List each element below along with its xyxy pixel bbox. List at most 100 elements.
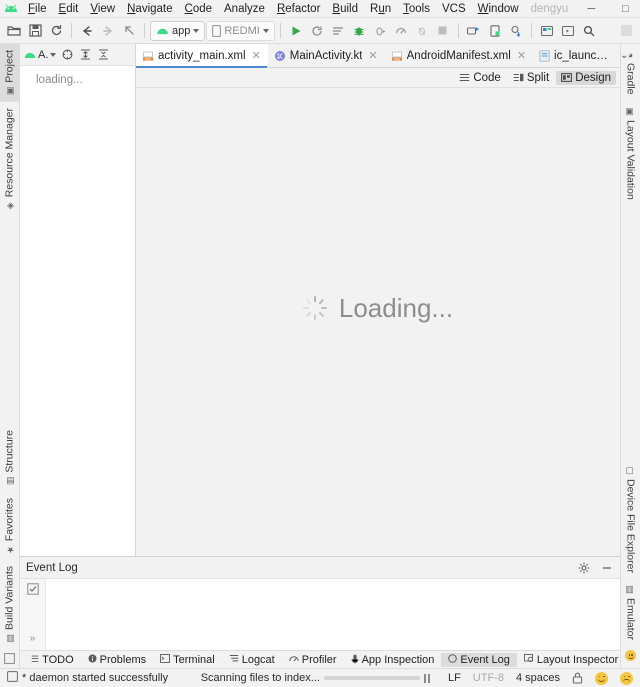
- pause-icon[interactable]: [423, 673, 430, 683]
- expand-chevrons-icon[interactable]: »: [30, 633, 36, 644]
- tab-close-icon-2[interactable]: ✕: [517, 49, 526, 62]
- smiley-happy-icon: [595, 671, 608, 685]
- menu-navigate[interactable]: Navigate: [121, 1, 178, 17]
- menu-analyze[interactable]: Analyze: [218, 1, 271, 17]
- menu-window[interactable]: Window: [472, 1, 525, 17]
- menu-refactor[interactable]: Refactor: [271, 1, 326, 17]
- project-tree-status: loading...: [20, 66, 135, 556]
- device-selector[interactable]: REDMI: [206, 20, 275, 41]
- sidebar-item-structure[interactable]: ▤ Structure: [0, 424, 19, 492]
- expand-all-icon[interactable]: [78, 47, 92, 63]
- device-file-explorer-icon: ▢: [625, 466, 636, 477]
- tool-window-todo[interactable]: ☰ TODO: [24, 653, 81, 667]
- gear-icon[interactable]: [576, 560, 591, 575]
- run-icon[interactable]: [286, 21, 306, 41]
- sdk-manager-icon[interactable]: [464, 21, 484, 41]
- tab-close-icon-0[interactable]: ✕: [252, 49, 261, 62]
- menu-view[interactable]: View: [84, 1, 121, 17]
- lock-icon[interactable]: [569, 672, 586, 684]
- minimize-window-button[interactable]: ─: [574, 0, 608, 18]
- sidebar-item-device-file-explorer[interactable]: ▢ Device File Explorer: [622, 460, 640, 579]
- left-stripe-minimize[interactable]: [0, 649, 19, 668]
- tool-window-problems[interactable]: Problems: [81, 653, 153, 667]
- sidebar-item-favorites-label: Favorites: [3, 497, 16, 541]
- tool-window-event-log-label: Event Log: [460, 653, 510, 666]
- feedback-negative-button[interactable]: [617, 671, 636, 685]
- sidebar-item-resource-manager[interactable]: ◈ Resource Manager: [0, 102, 19, 216]
- stop-icon[interactable]: [433, 21, 453, 41]
- menu-file[interactable]: File: [22, 1, 53, 17]
- checkbox-icon[interactable]: [26, 583, 39, 598]
- tool-window-layout-inspector[interactable]: Layout Inspector: [517, 653, 625, 667]
- encoding-selector[interactable]: UTF-8: [470, 672, 507, 684]
- tool-window-logcat[interactable]: Logcat: [222, 653, 282, 667]
- menu-run[interactable]: Run: [364, 1, 397, 17]
- menu-tools[interactable]: Tools: [397, 1, 436, 17]
- indent-selector[interactable]: 4 spaces: [513, 672, 563, 684]
- tool-window-event-log[interactable]: Event Log: [441, 652, 517, 667]
- line-separator-selector[interactable]: LF: [445, 672, 464, 684]
- tab-activity-main-xml[interactable]: XML activity_main.xml ✕: [136, 44, 268, 68]
- select-opened-file-icon[interactable]: [60, 47, 74, 63]
- sidebar-item-layout-validation[interactable]: ▣ Layout Validation: [622, 101, 640, 206]
- debug-icon[interactable]: [349, 21, 369, 41]
- minimize-icon[interactable]: [599, 560, 614, 575]
- tool-window-profiler[interactable]: Profiler: [282, 653, 344, 667]
- toolbar-separator-3: [279, 23, 281, 38]
- design-surface[interactable]: Loading...: [136, 88, 620, 556]
- attach-debugger-icon[interactable]: [370, 21, 390, 41]
- project-structure-icon[interactable]: [558, 21, 578, 41]
- sidebar-item-emulator-label: Emulator: [624, 597, 637, 640]
- loading-spinner-icon: [302, 296, 327, 320]
- sidebar-item-gradle-label: Gradle: [624, 63, 637, 95]
- event-log-title: Event Log: [26, 561, 78, 574]
- save-all-icon[interactable]: [25, 21, 45, 41]
- collapse-all-icon[interactable]: [96, 47, 110, 63]
- tool-window-app-inspection[interactable]: App Inspection: [344, 653, 442, 667]
- status-message[interactable]: * daemon started successfully: [4, 671, 171, 685]
- tab-main-activity-kt[interactable]: MainActivity.kt ✕: [268, 44, 385, 67]
- tool-window-terminal[interactable]: Terminal: [153, 653, 222, 667]
- sync-project-icon[interactable]: [46, 21, 66, 41]
- run-configuration-selector[interactable]: app: [150, 20, 206, 41]
- background-task-progress[interactable]: Scanning files to index...: [198, 672, 433, 684]
- device-manager-icon[interactable]: [506, 21, 526, 41]
- profiler-icon[interactable]: [391, 21, 411, 41]
- apply-changes-icon[interactable]: [307, 21, 327, 41]
- tab-close-icon-1[interactable]: ✕: [368, 49, 377, 62]
- maximize-window-button[interactable]: □: [608, 0, 640, 18]
- project-scope-selector[interactable]: A.: [24, 49, 57, 61]
- back-icon[interactable]: [77, 21, 97, 41]
- sidebar-item-build-variants[interactable]: ▥ Build Variants: [0, 560, 19, 649]
- android-studio-window: File Edit View Navigate Code Analyze Ref…: [0, 0, 640, 687]
- run-configuration-label: app: [172, 24, 191, 37]
- tab-android-manifest-xml[interactable]: XML AndroidManifest.xml ✕: [385, 44, 533, 67]
- avd-manager-icon[interactable]: [485, 21, 505, 41]
- right-stripe-bottom-icon: [625, 646, 636, 668]
- menu-edit[interactable]: Edit: [53, 1, 85, 17]
- project-panel-header: A.: [20, 44, 135, 66]
- view-mode-code[interactable]: Code: [454, 71, 506, 85]
- forward-icon[interactable]: [98, 21, 118, 41]
- menu-code[interactable]: Code: [179, 1, 219, 17]
- feedback-positive-button[interactable]: [592, 671, 611, 685]
- view-mode-design[interactable]: Design: [556, 70, 616, 85]
- sidebar-item-emulator[interactable]: ▥ Emulator: [622, 579, 640, 646]
- tab-ic-launcher[interactable]: ic_launcher ⌄: [533, 44, 639, 67]
- layout-inspector-icon[interactable]: [537, 21, 557, 41]
- open-project-icon[interactable]: [4, 21, 24, 41]
- menu-build[interactable]: Build: [326, 1, 364, 17]
- search-everywhere-icon[interactable]: [579, 21, 599, 41]
- center-column: A. loading... XML activity_main.xml ✕ Ma…: [20, 44, 628, 668]
- sidebar-item-project[interactable]: ▣ Project: [0, 44, 19, 102]
- chevron-down-icon-tabs[interactable]: ⌄: [616, 50, 632, 61]
- workspace: ▣ Project ◈ Resource Manager ▤ Structure…: [0, 44, 640, 668]
- stop-debug-icon[interactable]: [412, 21, 432, 41]
- apply-code-changes-icon[interactable]: [328, 21, 348, 41]
- sidebar-item-favorites[interactable]: ★ Favorites: [0, 492, 19, 560]
- tab-android-manifest-xml-label: AndroidManifest.xml: [406, 49, 511, 62]
- last-edit-location-icon[interactable]: [119, 21, 139, 41]
- menu-vcs[interactable]: VCS: [436, 1, 472, 17]
- view-mode-split[interactable]: Split: [508, 71, 554, 85]
- event-log-messages[interactable]: [46, 579, 620, 650]
